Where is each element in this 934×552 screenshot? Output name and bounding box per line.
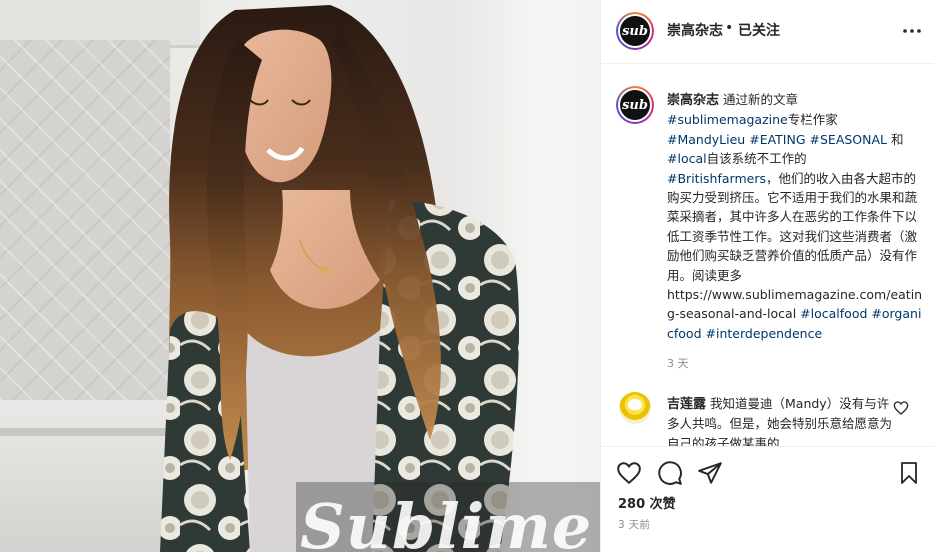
hashtag-seasonal[interactable]: #SEASONAL [810, 132, 888, 147]
hashtag-sublimemagazine[interactable]: #sublimemagazine [667, 112, 788, 127]
like-heart-icon[interactable] [615, 459, 643, 487]
hashtag-eating[interactable]: #EATING [749, 132, 805, 147]
caption-text-3: ，他们的收入由各大超市的购买力受到挤压。它不适用于我们的水果和蔬菜采摘者，其中许… [667, 170, 918, 283]
caption-intro: 通过新的文章 [723, 92, 799, 107]
post-caption: 崇高杂志 通过新的文章 #sublimemagazine专栏作家 #MandyL… [667, 90, 927, 343]
post-header: sub 崇高杂志 • 已关注 [601, 0, 934, 64]
caption-author-avatar[interactable]: sub [616, 86, 654, 124]
caption-avatar-logo-text: sub [620, 90, 650, 120]
share-paper-plane-icon[interactable] [696, 459, 724, 487]
following-button[interactable]: 已关注 [738, 20, 780, 40]
post-photo[interactable]: Sublime [0, 0, 600, 552]
hashtag-britishfarmers[interactable]: #Britishfarmers [667, 171, 766, 186]
post-timestamp[interactable]: 3 天前 [618, 517, 650, 532]
comment: 吉莲露 我知道曼迪（Mandy）没有与许多人共鸣。但是，她会特别乐意给愿意为自己… [667, 394, 893, 446]
more-options-icon[interactable] [901, 20, 923, 42]
hashtag-local[interactable]: #local [667, 151, 707, 166]
header-separator: • [725, 20, 734, 36]
caption-text-1: 专栏作家 [787, 112, 838, 128]
author-avatar[interactable]: sub [616, 12, 654, 50]
post-sidebar: sub 崇高杂志 • 已关注 sub 崇高杂志 通过新的文章 #sublimem… [600, 0, 934, 552]
sublime-wordmark: Sublime [300, 490, 593, 552]
hashtag-interdependence[interactable]: #interdependence [706, 326, 823, 341]
caption-text-2: 自该系统不工作的 [706, 151, 807, 167]
hashtag-localfood[interactable]: #localfood [800, 306, 867, 321]
commenter-username[interactable]: 吉莲露 [667, 397, 706, 412]
avatar-logo-text: sub [620, 16, 650, 46]
caption-and: 和 [891, 131, 904, 147]
caption-username[interactable]: 崇高杂志 [667, 93, 719, 108]
commenter-avatar[interactable] [619, 392, 651, 424]
comment-like-heart-icon[interactable] [893, 400, 909, 416]
like-count[interactable]: 280 次赞 [618, 493, 676, 512]
post-actions: 280 次赞 3 天前 [601, 446, 934, 552]
caption-timestamp[interactable]: 3 天 [667, 355, 689, 371]
comment-bubble-icon[interactable] [656, 459, 684, 487]
author-username[interactable]: 崇高杂志 [667, 20, 723, 40]
save-bookmark-icon[interactable] [895, 459, 923, 487]
hashtag-mandylieu[interactable]: #MandyLieu [667, 132, 745, 147]
woman-figure [160, 5, 520, 552]
